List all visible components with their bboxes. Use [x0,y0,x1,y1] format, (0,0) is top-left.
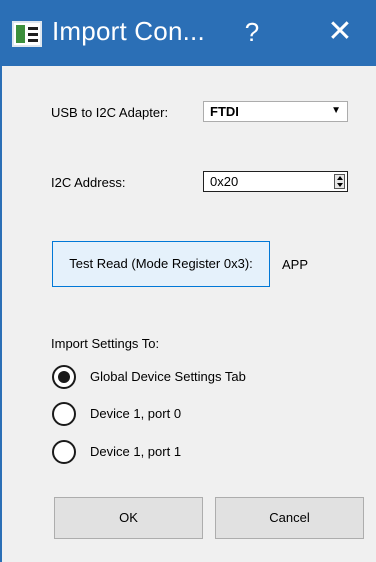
spin-arrows-icon[interactable] [334,174,345,189]
radio-label: Device 1, port 1 [90,444,182,459]
app-icon [12,21,42,47]
radio-button-selected[interactable] [52,365,76,389]
import-settings-heading: Import Settings To: [51,336,160,351]
title-bar[interactable]: Import Con... ? ✕ [2,0,376,66]
test-read-button[interactable]: Test Read (Mode Register 0x3): [52,241,270,287]
adapter-label: USB to I2C Adapter: [51,105,169,120]
help-button[interactable]: ? [236,14,268,50]
chevron-down-icon: ▼ [331,105,341,116]
address-spinbox[interactable]: 0x20 [203,171,348,192]
adapter-selected-value: FTDI [210,104,239,119]
close-button[interactable]: ✕ [320,14,360,50]
radio-button[interactable] [52,440,76,464]
import-config-dialog: Import Con... ? ✕ USB to I2C Adapter: FT… [0,0,376,562]
address-value: 0x20 [210,174,239,189]
test-read-result: APP [282,257,309,272]
address-label: I2C Address: [51,175,126,190]
radio-label: Global Device Settings Tab [90,369,246,384]
cancel-button[interactable]: Cancel [215,497,364,539]
window-title: Import Con... [52,16,205,46]
radio-label: Device 1, port 0 [90,406,182,421]
radio-button[interactable] [52,402,76,426]
adapter-dropdown[interactable]: FTDI ▼ [203,101,348,122]
ok-button[interactable]: OK [54,497,203,539]
